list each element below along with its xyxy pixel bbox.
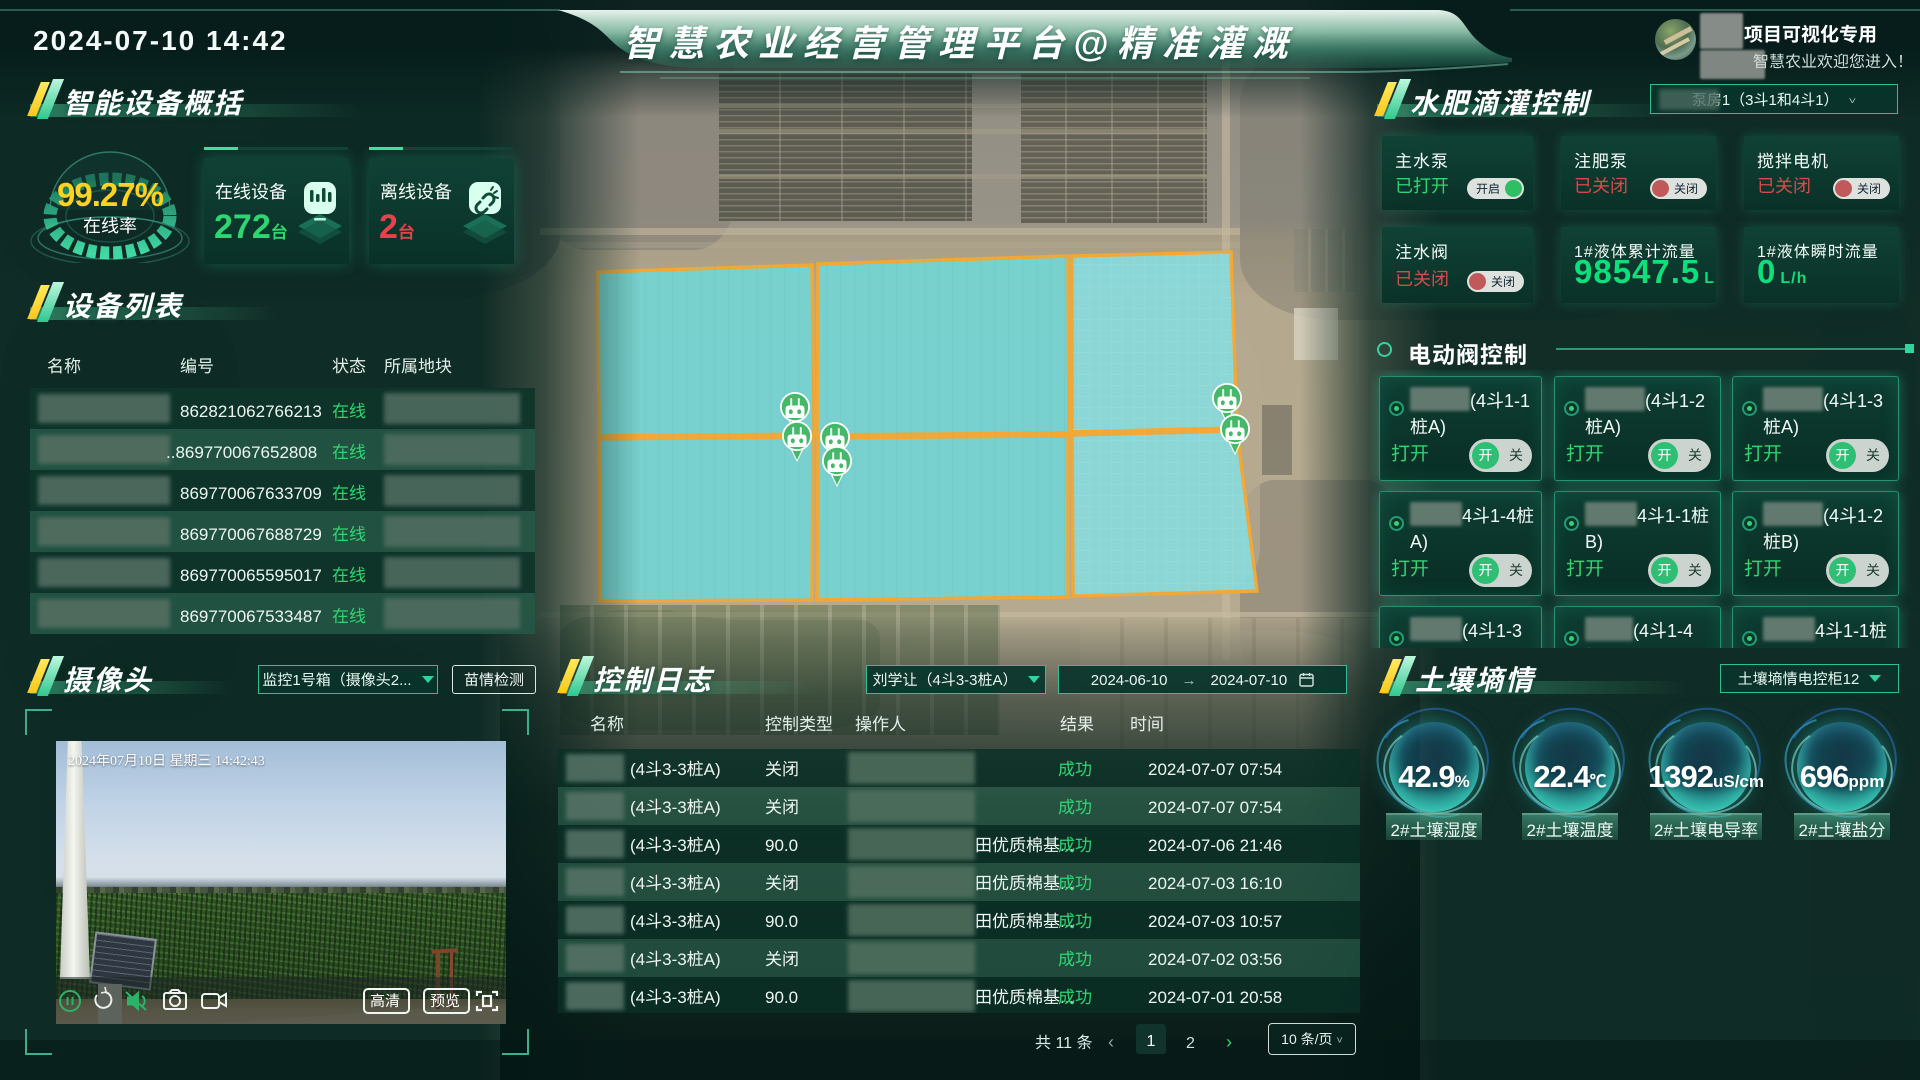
svg-text:高清: 高清 [370,990,400,1011]
svg-text:预览: 预览 [430,990,460,1011]
